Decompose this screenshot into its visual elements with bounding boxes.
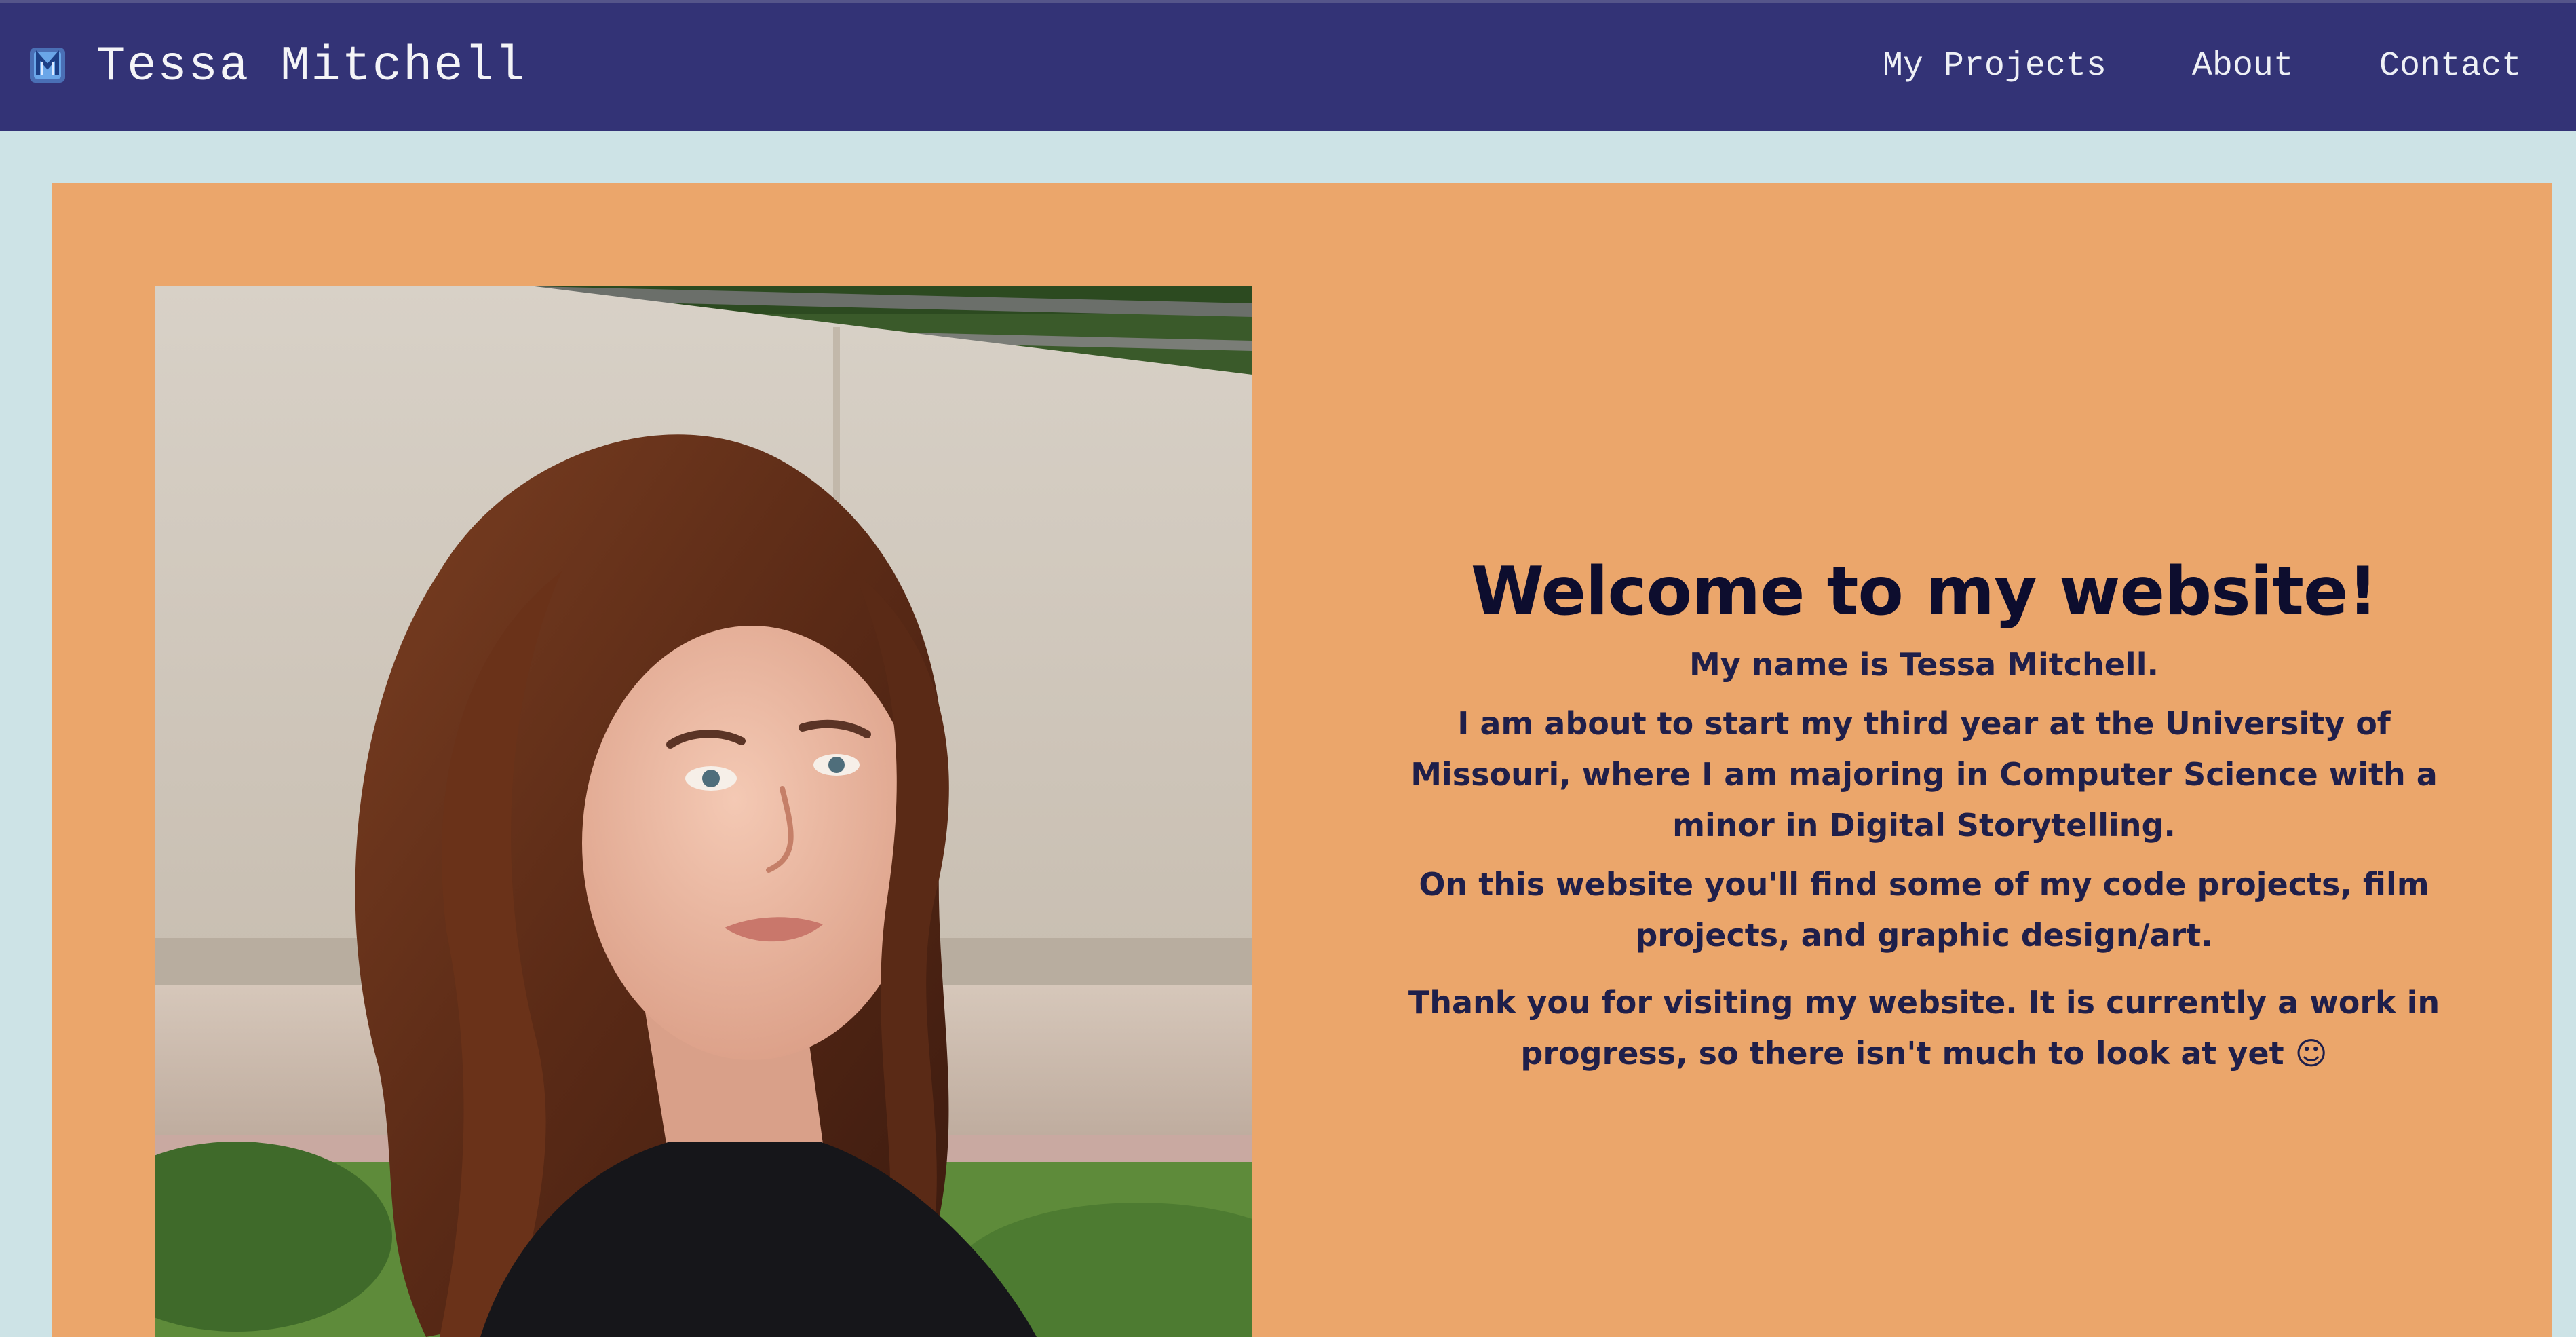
intro-text: Welcome to my website! My name is Tessa … [1395,551,2453,1079]
nav-my-projects[interactable]: My Projects [1883,33,2107,100]
navbar: Tessa Mitchell My Projects About Contact [0,0,2576,131]
thanks-paragraph: Thank you for visiting my website. It is… [1408,984,2440,1072]
nav-about[interactable]: About [2192,33,2294,100]
portrait-photo [155,286,1252,1337]
intro-panel: Welcome to my website! My name is Tessa … [52,183,2552,1337]
school-paragraph: I am about to start my third year at the… [1410,705,2438,844]
tm-monogram-icon[interactable] [28,46,66,84]
site-title[interactable]: Tessa Mitchell [96,33,526,100]
name-paragraph: My name is Tessa Mitchell. [1689,646,2159,683]
site-paragraph: On this website you'll find some of my c… [1419,866,2429,954]
nav-contact[interactable]: Contact [2379,33,2522,100]
welcome-heading: Welcome to my website! [1470,553,2378,630]
main-nav: My Projects About Contact [1883,33,2522,100]
